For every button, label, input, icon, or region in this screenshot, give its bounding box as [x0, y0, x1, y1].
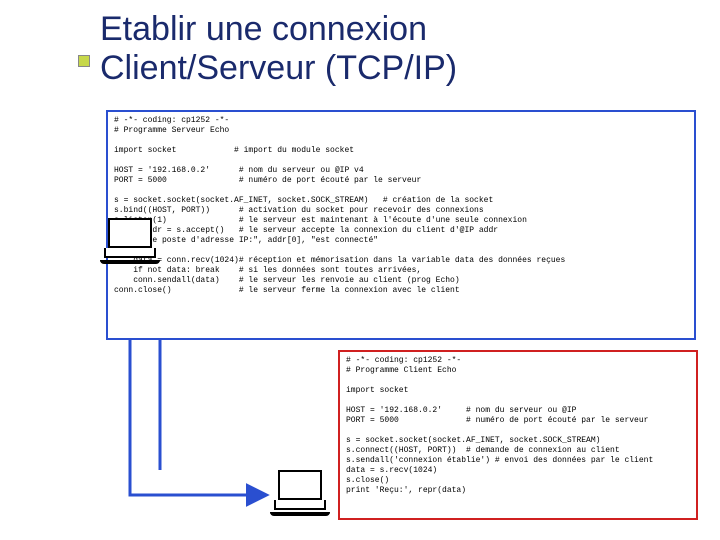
server-code-box: # -*- coding: cp1252 -*- # Programme Ser… [106, 110, 696, 340]
client-code-box: # -*- coding: cp1252 -*- # Programme Cli… [338, 350, 698, 520]
title-bullet [78, 55, 90, 67]
client-laptop-icon [270, 470, 330, 518]
slide-title: Etablir une connexion Client/Serveur (TC… [100, 10, 457, 88]
server-laptop-icon [100, 218, 160, 266]
title-line-2: Client/Serveur (TCP/IP) [100, 49, 457, 87]
title-line-1: Etablir une connexion [100, 10, 427, 48]
